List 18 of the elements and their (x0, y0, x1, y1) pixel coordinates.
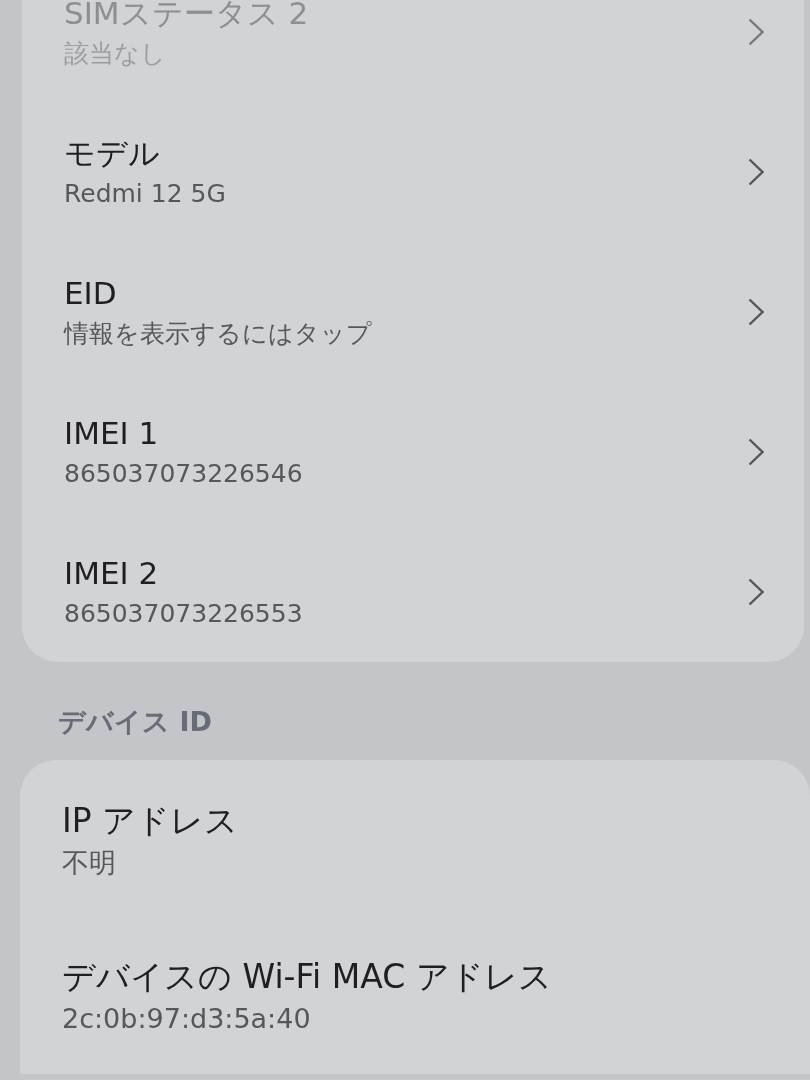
setting-value: 2c:0b:97:d3:5a:40 (62, 1002, 312, 1036)
section-header: デバイス ID (57, 705, 213, 739)
chevron-icon[interactable] (748, 578, 764, 606)
chevron-icon[interactable] (748, 438, 764, 466)
setting-value: 865037073226553 (64, 598, 304, 630)
setting-title[interactable]: IMEI 1 (64, 413, 748, 453)
setting-title[interactable]: IMEI 2 (64, 553, 748, 593)
setting-title: デバイスの Wi-Fi MAC アドレス (62, 956, 553, 998)
setting-title[interactable]: モデル (64, 133, 748, 173)
chevron-icon[interactable] (748, 158, 764, 186)
setting-value: 865037073226546 (64, 458, 304, 490)
setting-title[interactable]: EID (64, 273, 748, 313)
chevron-icon[interactable] (748, 18, 764, 46)
setting-title: IP アドレス (62, 800, 240, 842)
chevron-icon[interactable] (748, 298, 764, 326)
setting-value: 不明 (62, 846, 117, 880)
setting-value: 情報を表示するにはタップ (64, 318, 373, 350)
setting-value: Redmi 12 5G (64, 178, 227, 210)
